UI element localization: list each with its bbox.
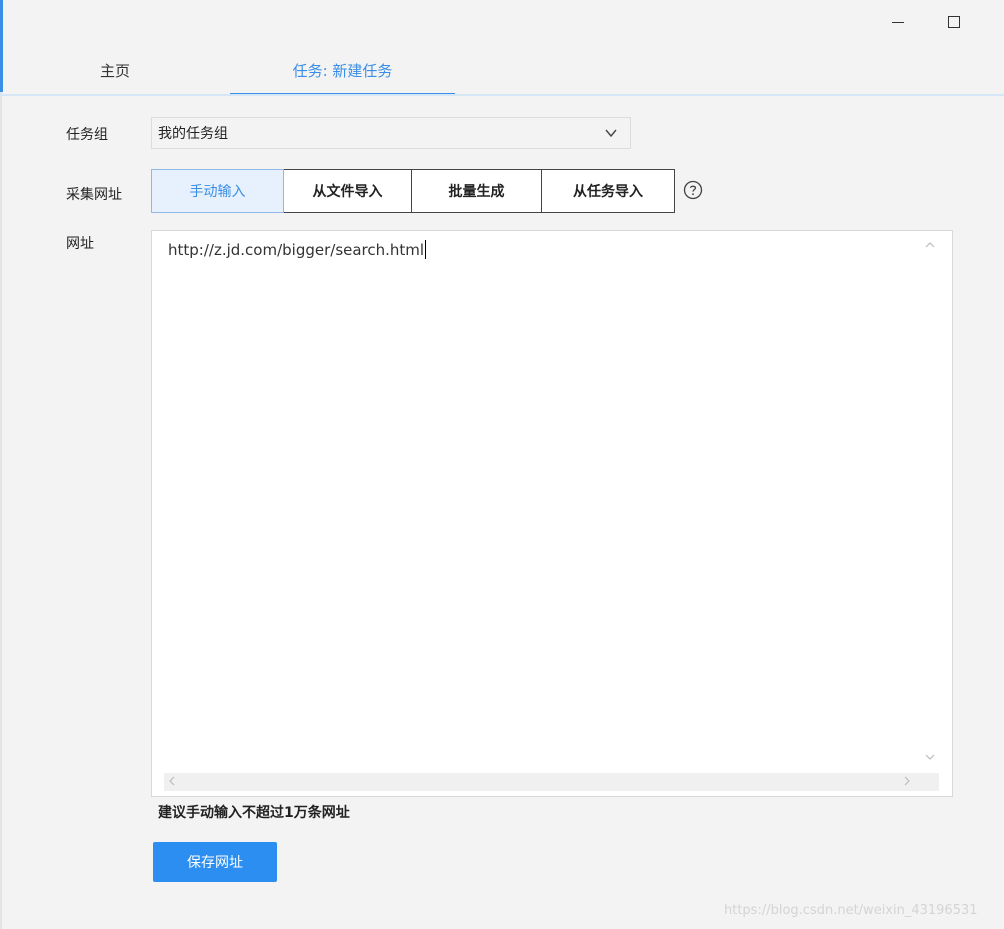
tab-divider [0,94,1004,96]
mode-manual-input-button[interactable]: 手动输入 [151,169,284,213]
url-limit-hint: 建议手动输入不超过1万条网址 [158,805,350,821]
task-group-select[interactable]: 我的任务组 [151,117,631,149]
url-textarea[interactable]: http://z.jd.com/bigger/search.html [151,230,953,797]
url-text-value: http://z.jd.com/bigger/search.html [168,241,425,259]
window-left-border [0,92,2,929]
url-mode-label: 采集网址 [66,187,122,203]
vertical-scrollbar[interactable] [922,235,938,775]
mode-import-file-button[interactable]: 从文件导入 [284,169,412,213]
url-mode-segmented-control: 手动输入 从文件导入 批量生成 从任务导入 [151,169,675,213]
minimize-icon [892,21,904,23]
scroll-right-icon[interactable] [903,776,911,786]
text-caret [425,240,427,259]
maximize-icon [948,16,960,28]
mode-import-task-button[interactable]: 从任务导入 [542,169,675,213]
mode-batch-generate-button[interactable]: 批量生成 [412,169,542,213]
scroll-down-icon[interactable] [925,753,935,761]
chevron-down-icon [605,129,617,138]
tab-bar: 主页 任务: 新建任务 [0,52,1004,96]
url-label: 网址 [66,236,94,252]
url-text: http://z.jd.com/bigger/search.html [168,240,427,259]
minimize-button[interactable] [884,8,912,36]
save-urls-button[interactable]: 保存网址 [153,842,277,882]
maximize-button[interactable] [940,8,968,36]
tab-home[interactable]: 主页 [0,52,230,93]
watermark-text: https://blog.csdn.net/weixin_43196531 [724,903,978,918]
scroll-up-icon[interactable] [925,241,935,249]
help-icon[interactable] [683,180,703,200]
horizontal-scrollbar[interactable] [164,773,939,791]
task-group-label: 任务组 [66,127,108,143]
tab-new-task[interactable]: 任务: 新建任务 [230,52,455,96]
scroll-left-icon[interactable] [168,776,176,786]
task-group-value: 我的任务组 [158,126,228,142]
